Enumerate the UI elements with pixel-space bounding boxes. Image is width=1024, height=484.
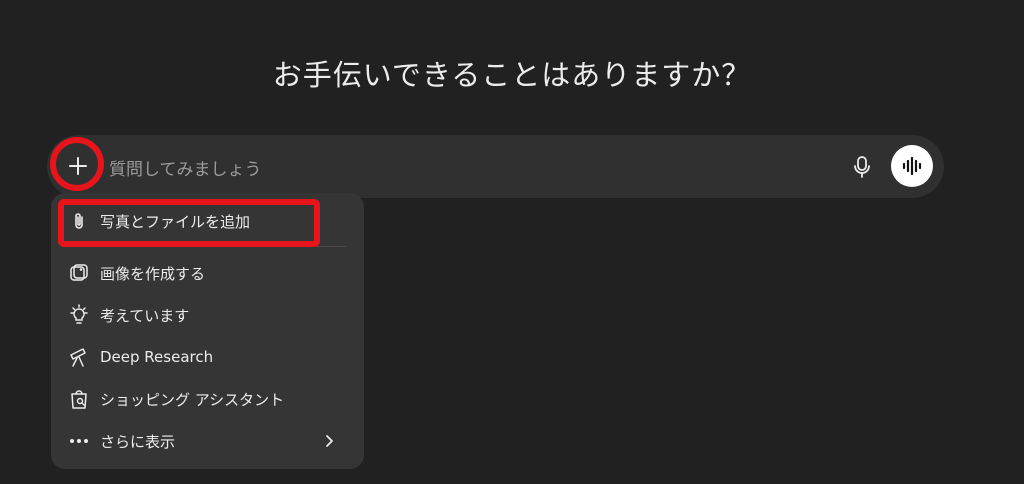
menu-item-shopping[interactable]: ショッピング アシスタント: [61, 381, 353, 417]
plus-icon: [68, 156, 88, 176]
voice-mode-button[interactable]: [891, 145, 933, 187]
page-title: お手伝いできることはありますか？: [272, 58, 752, 92]
menu-item-add-files[interactable]: 写真とファイルを追加: [61, 203, 353, 239]
chevron-right-icon: [319, 431, 339, 451]
add-attachment-button[interactable]: [61, 149, 95, 183]
more-dots-icon: [68, 430, 90, 452]
paperclip-icon: [68, 210, 90, 232]
menu-item-label: 写真とファイルを追加: [100, 212, 251, 231]
attachment-menu: 写真とファイルを追加 画像を作成する 考えています Deep Research …: [51, 193, 364, 469]
menu-divider: [62, 246, 346, 247]
telescope-icon: [68, 346, 90, 368]
menu-item-thinking[interactable]: 考えています: [61, 297, 353, 333]
menu-item-label: さらに表示: [100, 432, 176, 451]
menu-item-label: 考えています: [100, 306, 190, 325]
message-input[interactable]: 質問してみましょう: [109, 155, 262, 180]
menu-item-deep-research[interactable]: Deep Research: [61, 339, 353, 375]
lightbulb-icon: [68, 304, 90, 326]
shopping-bag-icon: [68, 388, 90, 410]
microphone-icon: [852, 156, 872, 178]
menu-item-label: ショッピング アシスタント: [100, 390, 285, 409]
menu-item-label: Deep Research: [100, 348, 214, 366]
audio-waveform-icon: [902, 157, 922, 175]
menu-item-more[interactable]: さらに表示: [61, 423, 353, 459]
dictate-button[interactable]: [847, 152, 877, 182]
image-create-icon: [68, 262, 90, 284]
menu-item-label: 画像を作成する: [100, 264, 206, 283]
chat-composer: 質問してみましょう: [47, 135, 944, 198]
menu-item-create-image[interactable]: 画像を作成する: [61, 255, 353, 291]
